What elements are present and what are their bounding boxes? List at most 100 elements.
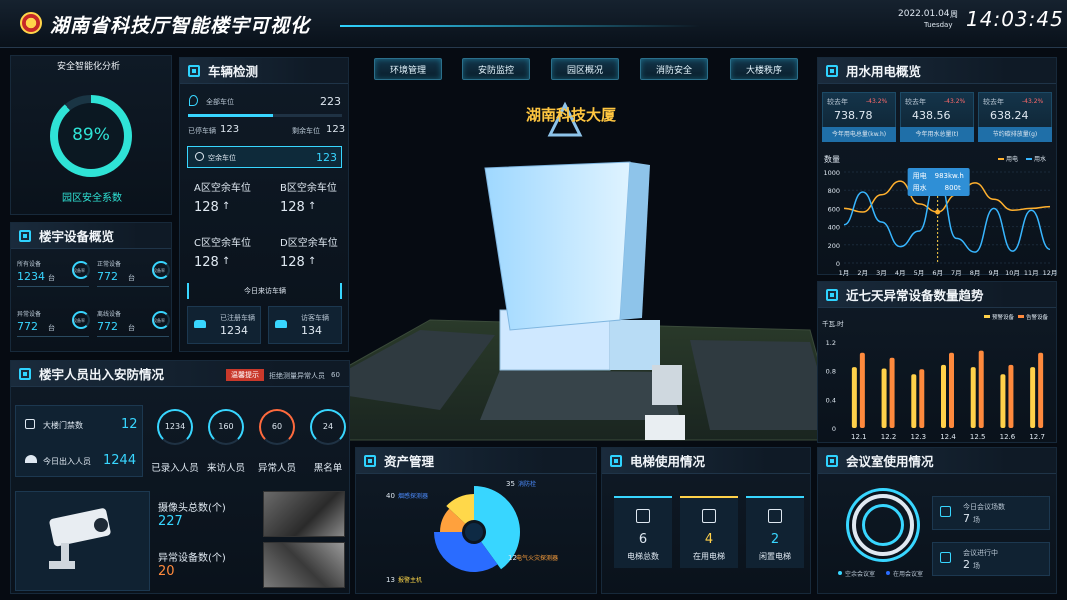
line-point xyxy=(935,209,941,215)
elevator-icon xyxy=(768,509,782,523)
up-arrow-icon: ↑ xyxy=(222,201,231,212)
assets-title: 资产管理 xyxy=(384,454,435,469)
device-ring-label: 设备率 xyxy=(73,268,85,273)
line-x-tick: 12月 xyxy=(1043,269,1058,276)
line-x-tick: 5月 xyxy=(914,269,925,276)
device-ring-label: 设备率 xyxy=(73,318,85,323)
people-panel: 楼宇人员出入安防情况 温馨提示 拒绝测量异常人员 60 大楼门禁数 12 今日出… xyxy=(10,360,350,594)
line-y-tick: 800 xyxy=(828,187,840,195)
nav-fire-safety[interactable]: 消防安全 xyxy=(640,58,708,80)
tooltip-elec-value: 983kw.h xyxy=(935,172,964,180)
utility-pct: -43.2% xyxy=(1022,98,1044,105)
elevator-label: 在用电梯 xyxy=(693,552,725,561)
bar-x-tick: 12.2 xyxy=(881,433,897,441)
people-stat-label: 已录入人员 xyxy=(151,463,199,474)
people-stat-label: 异常人员 xyxy=(257,463,296,474)
cctv-thumbnail[interactable] xyxy=(263,542,345,588)
line-y-tick: 200 xyxy=(828,242,840,250)
parked-value: 123 xyxy=(220,124,240,135)
up-arrow-icon: ↑ xyxy=(308,256,317,267)
bar-预警设备-12.1 xyxy=(851,367,857,428)
car-icon xyxy=(194,320,206,328)
bar-y-tick: 1.2 xyxy=(826,339,836,347)
utility-pct: -43.2% xyxy=(866,98,888,105)
device-underline xyxy=(17,286,89,287)
people-stat-value: 24 xyxy=(322,422,334,431)
header-date: 2022.01.04 xyxy=(898,9,950,19)
bar-y-tick: 0.4 xyxy=(826,396,836,404)
vehicles-header: 车辆检测 xyxy=(180,58,348,84)
nav-environment[interactable]: 环境管理 xyxy=(374,58,442,80)
camera-label: 摄像头总数(个) xyxy=(158,503,226,514)
vehicles-panel: 车辆检测 全部车位 223 已停车辆 123 剩余车位 123 空余车位 123… xyxy=(179,57,349,352)
elevator-icon xyxy=(702,509,716,523)
parking-pin-icon xyxy=(189,95,198,106)
people-stat-value: 160 xyxy=(218,422,234,431)
pie-value-label: 13 xyxy=(386,576,395,584)
page-title: 湖南省科技厅智能楼宇可视化 xyxy=(50,15,311,37)
abnormal-label: 异常设备数(个) xyxy=(158,553,226,564)
meeting-today-unit: 场 xyxy=(973,516,980,524)
camera-icon xyxy=(49,508,111,569)
utility-cmp: 较去年 xyxy=(827,98,848,106)
panel-icon xyxy=(826,454,838,467)
registered-value: 1234 xyxy=(220,324,248,337)
pie-name-label: 消防栓 xyxy=(518,480,536,488)
utility-panel: 用水用电概览 较去年 -43.2% 738.78 今年用电总量(kw.h) 较去年 -43… xyxy=(817,57,1058,276)
bar-legend-label: 预警设备 xyxy=(992,313,1015,321)
elevator-title: 电梯使用情况 xyxy=(630,454,706,469)
bar-预警设备-12.7 xyxy=(1030,367,1036,428)
elevator-label: 电梯总数 xyxy=(627,552,659,561)
up-arrow-icon: ↑ xyxy=(308,201,317,212)
header-weekday: 周 xyxy=(950,10,958,19)
bar-x-tick: 12.4 xyxy=(940,433,956,441)
gate-value: 12 xyxy=(121,417,138,432)
device-unit: 台 xyxy=(48,324,55,332)
nav-security-monitor[interactable]: 安防监控 xyxy=(462,58,530,80)
empty-spaces-label: 空余车位 xyxy=(208,154,236,162)
meeting-title: 会议室使用情况 xyxy=(846,454,934,469)
nav-park-overview[interactable]: 园区概况 xyxy=(551,58,619,80)
bar-告警设备-12.3 xyxy=(919,369,925,428)
bar-x-tick: 12.5 xyxy=(970,433,986,441)
total-spaces-label: 全部车位 xyxy=(206,98,234,106)
nav-building-order[interactable]: 大楼秩序 xyxy=(730,58,798,80)
elevator-value: 6 xyxy=(638,532,648,547)
meeting-ring-inner xyxy=(862,504,904,546)
guest-value: 134 xyxy=(301,324,322,337)
today-label: 今日出入人员 xyxy=(43,457,91,466)
panel-icon xyxy=(364,454,376,467)
bar-legend-label: 告警设备 xyxy=(1026,313,1049,321)
line-x-tick: 8月 xyxy=(970,269,981,276)
panel-icon xyxy=(188,64,200,77)
tooltip-water-label: 用水 xyxy=(913,183,927,192)
top-header: 湖南省科技厅智能楼宇可视化 2022.01.04 周 Tuesday 14:03… xyxy=(0,0,1067,48)
line-x-tick: 7月 xyxy=(951,269,962,276)
people-stat-label: 黑名单 xyxy=(313,463,343,474)
device-underline xyxy=(97,286,169,287)
meeting-ongoing-unit: 场 xyxy=(973,562,980,570)
device-value: 772 xyxy=(97,270,118,283)
cctv-thumbnail[interactable] xyxy=(263,491,345,537)
building-label: 湖南科技大厦 xyxy=(526,106,617,124)
car-icon xyxy=(275,320,287,328)
abnormal-value: 20 xyxy=(158,564,175,579)
line-legend-label: 用电 xyxy=(1006,155,1018,163)
zone-label: D区空余车位 xyxy=(280,238,338,249)
bar-告警设备-12.2 xyxy=(889,357,895,428)
security-panel: 安全智能化分析 89% 园区安全系数 xyxy=(10,55,172,215)
people-stat-value: 1234 xyxy=(164,422,186,431)
elevator-value: 4 xyxy=(704,532,714,547)
device-value: 1234 xyxy=(17,270,45,283)
device-underline xyxy=(17,336,89,337)
bar-y-tick: 0 xyxy=(832,425,836,433)
panel-icon xyxy=(19,229,31,242)
elevator-header: 电梯使用情况 xyxy=(602,448,810,474)
zone-label: B区空余车位 xyxy=(280,183,337,194)
pie-name-label: 烟感探测器 xyxy=(398,492,428,500)
bar-预警设备-12.6 xyxy=(1000,374,1006,428)
header-line xyxy=(340,25,700,27)
security-percent: 89% xyxy=(72,125,110,145)
bar-预警设备-12.2 xyxy=(881,368,887,428)
line-legend-label: 用水 xyxy=(1034,155,1046,163)
